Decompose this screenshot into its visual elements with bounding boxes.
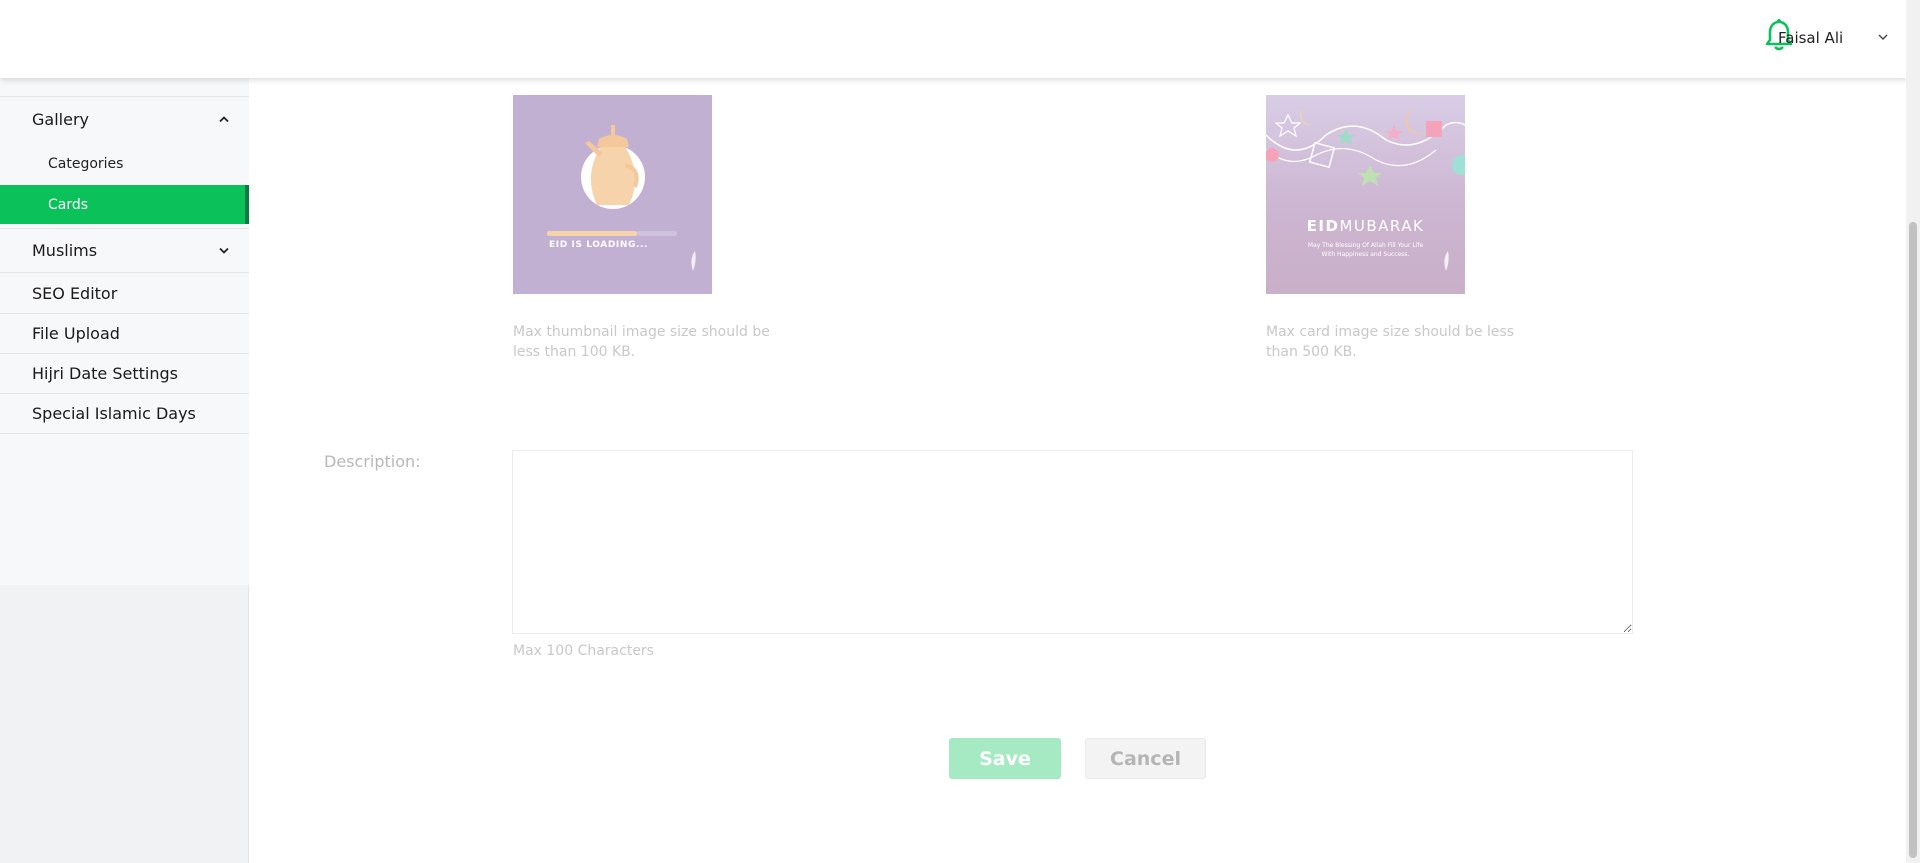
sidebar-item-label: Muslims (32, 241, 98, 260)
chevron-down-icon[interactable] (1878, 31, 1888, 44)
thumbnail-size-hint: Max thumbnail image size should be less … (513, 324, 770, 360)
max-characters-hint: Max 100 Characters (513, 643, 654, 659)
sidebar-item-label: Gallery (32, 109, 89, 129)
page-scrollbar[interactable] (1906, 0, 1920, 863)
sidebar-subitem-label: Categories (48, 156, 124, 172)
sidebar-item-label: SEO Editor (32, 284, 118, 303)
sidebar-item-special-islamic-days[interactable]: Special Islamic Days (0, 394, 249, 434)
sidebar-item-label: File Upload (32, 324, 120, 343)
sidebar-menu: Gallery Categories Cards Muslims SEO Edi… (0, 0, 249, 585)
card-image-subtitle-line: May The Blessing Of Allah Fill Your Life (1307, 242, 1424, 249)
thumbnail-image[interactable]: EID IS LOADING... (513, 95, 712, 294)
card-image-title-eid: EID (1306, 217, 1340, 235)
card-image-subtitle-line: With Happiness and Success. (1321, 251, 1410, 258)
sidebar-item-file-upload[interactable]: File Upload (0, 314, 249, 354)
card-image[interactable]: EIDMUBARAK May The Blessing Of Allah Fil… (1266, 95, 1465, 294)
chevron-down-icon (219, 244, 229, 257)
sidebar-subitem-cards[interactable]: Cards (0, 185, 249, 224)
scrollbar-thumb[interactable] (1909, 222, 1917, 858)
sidebar-subitem-label: Cards (48, 196, 89, 213)
card-image-title: EIDMUBARAK (1266, 217, 1465, 235)
cancel-button[interactable]: Cancel (1085, 738, 1206, 779)
dallah-pot-illustration (547, 125, 696, 271)
sidebar-subitem-categories[interactable]: Categories (0, 145, 249, 183)
sidebar-item-label: Special Islamic Days (32, 404, 196, 423)
sidebar-item-muslims[interactable]: Muslims (0, 228, 249, 273)
description-label: Description: (324, 452, 421, 471)
save-button[interactable]: Save (949, 738, 1061, 779)
sidebar-item-gallery[interactable]: Gallery (0, 97, 249, 141)
eid-decorations-illustration (1266, 107, 1465, 271)
sidebar-item-seo-editor[interactable]: SEO Editor (0, 274, 249, 314)
sidebar-item-hijri-date-settings[interactable]: Hijri Date Settings (0, 354, 249, 394)
card-image-subtitle: May The Blessing Of Allah Fill Your Life… (1266, 241, 1465, 259)
sidebar: Gallery Categories Cards Muslims SEO Edi… (0, 0, 249, 863)
user-menu[interactable]: Faisal Ali (1778, 29, 1843, 47)
top-header: Faisal Ali (0, 0, 1908, 78)
thumbnail-image-caption: EID IS LOADING... (549, 240, 649, 250)
sidebar-item-label: Hijri Date Settings (32, 364, 178, 383)
card-image-title-mubarak: MUBARAK (1339, 217, 1425, 235)
description-textarea[interactable] (512, 450, 1633, 634)
chevron-up-icon (219, 113, 229, 126)
card-size-hint: Max card image size should be less than … (1266, 324, 1515, 360)
